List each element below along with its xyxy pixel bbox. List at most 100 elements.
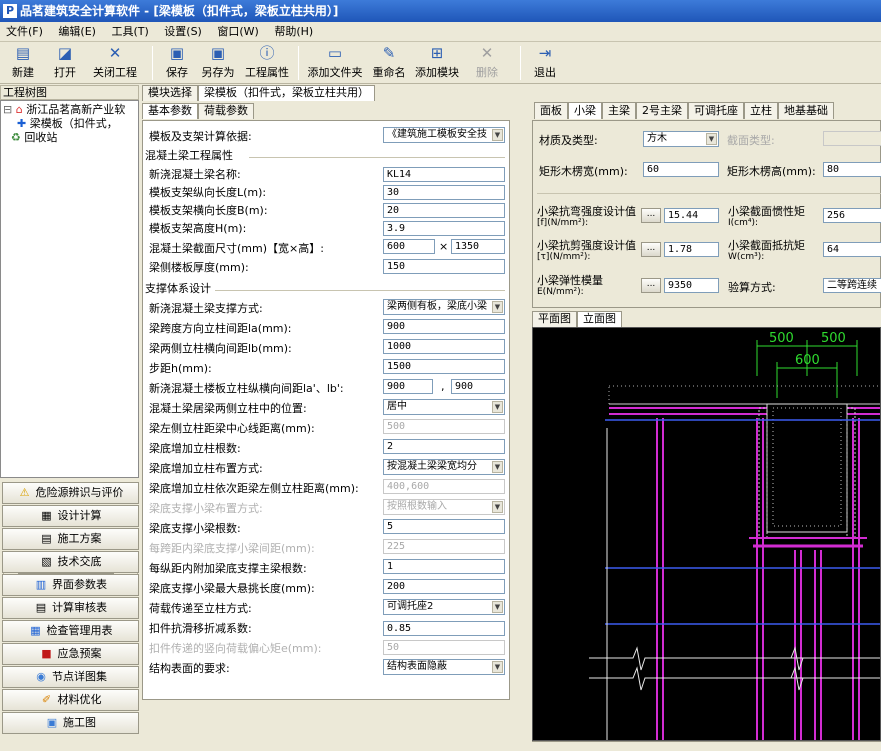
emergency-plan-button[interactable]: ■ 应急预案 <box>2 643 139 665</box>
e-picker-button[interactable]: ... <box>641 278 661 293</box>
tau-input[interactable]: 1.78 <box>664 242 719 257</box>
tau-picker-button[interactable]: ... <box>641 242 661 257</box>
add-dist-input[interactable]: 400,600 <box>383 479 505 494</box>
add-arr-select[interactable]: 按混凝土梁梁宽均分 ▼ <box>383 459 505 475</box>
tab-load-params[interactable]: 荷载参数 <box>198 103 254 119</box>
rect-width-input[interactable]: 60 <box>643 162 719 177</box>
tab-plan-view[interactable]: 平面图 <box>532 311 577 327</box>
tab-panel[interactable]: 面板 <box>534 102 568 119</box>
section-width-input[interactable]: 600 <box>383 239 435 254</box>
height-input[interactable]: 3.9 <box>383 221 505 236</box>
tab-module-select[interactable]: 模块选择 <box>142 85 198 101</box>
load-mode-select[interactable]: 可调托座2 ▼ <box>383 599 505 615</box>
drawing-horizontal-scrollbar[interactable] <box>532 741 881 751</box>
slab-pole-label: 新浇混凝土楼板立柱纵横向间距la'、lb': <box>149 382 344 395</box>
i-input[interactable]: 256 <box>823 208 881 223</box>
tab-beam-formwork[interactable]: 梁模板（扣件式，梁板立柱共用） <box>198 85 375 101</box>
menu-file[interactable]: 文件(F) <box>0 22 49 42</box>
tab-small-beam[interactable]: 小梁 <box>568 102 602 119</box>
material-label: 材质及类型: <box>539 134 598 147</box>
section-type-select[interactable] <box>823 131 881 146</box>
f-picker-button[interactable]: ... <box>641 208 661 223</box>
calc-review-button[interactable]: ▤ 计算审核表 <box>2 597 139 619</box>
span-b-input[interactable]: 20 <box>383 203 505 218</box>
tab-pole[interactable]: 立柱 <box>744 102 778 119</box>
hazard-assessment-button[interactable]: ⚠ 危险源辨识与评价 <box>2 482 139 504</box>
project-props-button[interactable]: ⓘ 工程属性 <box>243 44 291 82</box>
menu-tools[interactable]: 工具(T) <box>105 22 154 42</box>
slab-pole-lb-input[interactable]: 900 <box>451 379 505 394</box>
surface-select[interactable]: 结构表面隐蔽 ▼ <box>383 659 505 675</box>
save-button[interactable]: ▣ 保存 <box>162 44 192 82</box>
section-times: × <box>439 240 449 253</box>
design-calc-button[interactable]: ▦ 设计计算 <box>2 505 139 527</box>
tab-elevation-view[interactable]: 立面图 <box>577 311 622 327</box>
review-icon: ▤ <box>35 601 47 614</box>
save-as-button[interactable]: ▣ 另存为 <box>198 44 238 82</box>
material-opt-button[interactable]: ✐ 材料优化 <box>2 689 139 711</box>
lb-input[interactable]: 1000 <box>383 339 505 354</box>
la-input[interactable]: 900 <box>383 319 505 334</box>
elevation-drawing[interactable]: 500 500 600 <box>532 327 881 741</box>
slab-pole-sep: , <box>441 380 445 393</box>
w-input[interactable]: 64 <box>823 242 881 257</box>
tab-foundation[interactable]: 地基基础 <box>778 102 834 119</box>
add-cnt-input[interactable]: 2 <box>383 439 505 454</box>
add-folder-button[interactable]: ▭ 添加文件夹 <box>305 44 365 82</box>
tab-basic-params[interactable]: 基本参数 <box>142 103 198 119</box>
slab-pole-la-input[interactable]: 900 <box>383 379 433 394</box>
mid-pos-select[interactable]: 居中 ▼ <box>383 399 505 415</box>
rect-height-input[interactable]: 80 <box>823 162 881 177</box>
elevation-svg: 500 500 600 <box>589 331 880 740</box>
menu-settings[interactable]: 设置(S) <box>158 22 208 42</box>
material-select[interactable]: 方木 ▼ <box>643 131 719 147</box>
rect-height-label: 矩形木楞高(mm): <box>727 165 816 178</box>
e-input[interactable]: 9350 <box>664 278 719 293</box>
w-label: 小梁截面抵抗矩 W(cm³): <box>728 239 805 262</box>
menu-window[interactable]: 窗口(W) <box>211 22 264 42</box>
delete-button[interactable]: ✕ 删除 <box>472 44 502 82</box>
cantilever-input[interactable]: 200 <box>383 579 505 594</box>
close-project-button[interactable]: ✕ 关闭工程 <box>90 44 140 82</box>
inspection-table-button[interactable]: ▦ 检查管理用表 <box>2 620 139 642</box>
tech-briefing-button[interactable]: ▧ 技术交底 <box>2 551 139 573</box>
calc-mode-select[interactable]: 二等跨连续 <box>823 278 881 293</box>
section-height-input[interactable]: 1350 <box>451 239 505 254</box>
tree-node-recycle[interactable]: ♻ 回收站 <box>3 131 136 145</box>
menu-help[interactable]: 帮助(H) <box>268 22 319 42</box>
tree-node-module[interactable]: ✚ 梁模板（扣件式， <box>3 117 136 131</box>
rename-button[interactable]: ✎ 重命名 <box>370 44 408 82</box>
main-beam-label: 每纵距内附加梁底支撑主梁根数: <box>149 562 307 575</box>
small-beam-mode-select[interactable]: 按照根数输入 ▼ <box>383 499 505 515</box>
new-button[interactable]: ▤ 新建 <box>8 44 38 82</box>
basis-select[interactable]: 《建筑施工模板安全技 ▼ <box>383 127 505 143</box>
construction-drawing-button[interactable]: ▣ 施工图 <box>2 712 139 734</box>
slab-input[interactable]: 150 <box>383 259 505 274</box>
beam-name-input[interactable]: KL14 <box>383 167 505 182</box>
f-input[interactable]: 15.44 <box>664 208 719 223</box>
span-l-input[interactable]: 30 <box>383 185 505 200</box>
step-input[interactable]: 1500 <box>383 359 505 374</box>
slip-input[interactable]: 0.85 <box>383 621 505 636</box>
small-beam-cnt-input[interactable]: 5 <box>383 519 505 534</box>
project-tree[interactable]: ⊟ ⌂ 浙江品茗高新产业软 ✚ 梁模板（扣件式， ♻ 回收站 ◂ ▸ <box>0 100 139 577</box>
ecc-input[interactable]: 50 <box>383 640 505 655</box>
tree-node-project[interactable]: ⊟ ⌂ 浙江品茗高新产业软 <box>3 103 136 117</box>
tab-adjustable-support[interactable]: 可调托座 <box>688 102 744 119</box>
support-mode-select[interactable]: 梁两侧有板，梁底小梁 ▼ <box>383 299 505 315</box>
ui-param-table-button[interactable]: ▥ 界面参数表 <box>2 574 139 596</box>
tab-main-beam[interactable]: 主梁 <box>602 102 636 119</box>
open-button[interactable]: ◪ 打开 <box>50 44 80 82</box>
small-beam-panel: 材质及类型: 方木 ▼ 截面类型: 矩形木楞宽(mm): 60 矩形木楞高(mm)… <box>532 120 881 308</box>
tab-main-beam-2[interactable]: 2号主梁 <box>636 102 688 119</box>
add-module-button[interactable]: ⊞ 添加模块 <box>413 44 461 82</box>
construction-plan-button[interactable]: ▤ 施工方案 <box>2 528 139 550</box>
menu-edit[interactable]: 编辑(E) <box>52 22 102 42</box>
left-dist-input[interactable]: 500 <box>383 419 505 434</box>
small-beam-spacing-input[interactable]: 225 <box>383 539 505 554</box>
node-detail-button[interactable]: ◉ 节点详图集 <box>2 666 139 688</box>
window-title: 品茗建筑安全计算软件 - [梁模板（扣件式，梁板立柱共用）] <box>20 4 339 18</box>
exit-button[interactable]: ⇥ 退出 <box>530 44 560 82</box>
tech-briefing-label: 技术交底 <box>57 555 102 568</box>
main-beam-input[interactable]: 1 <box>383 559 505 574</box>
